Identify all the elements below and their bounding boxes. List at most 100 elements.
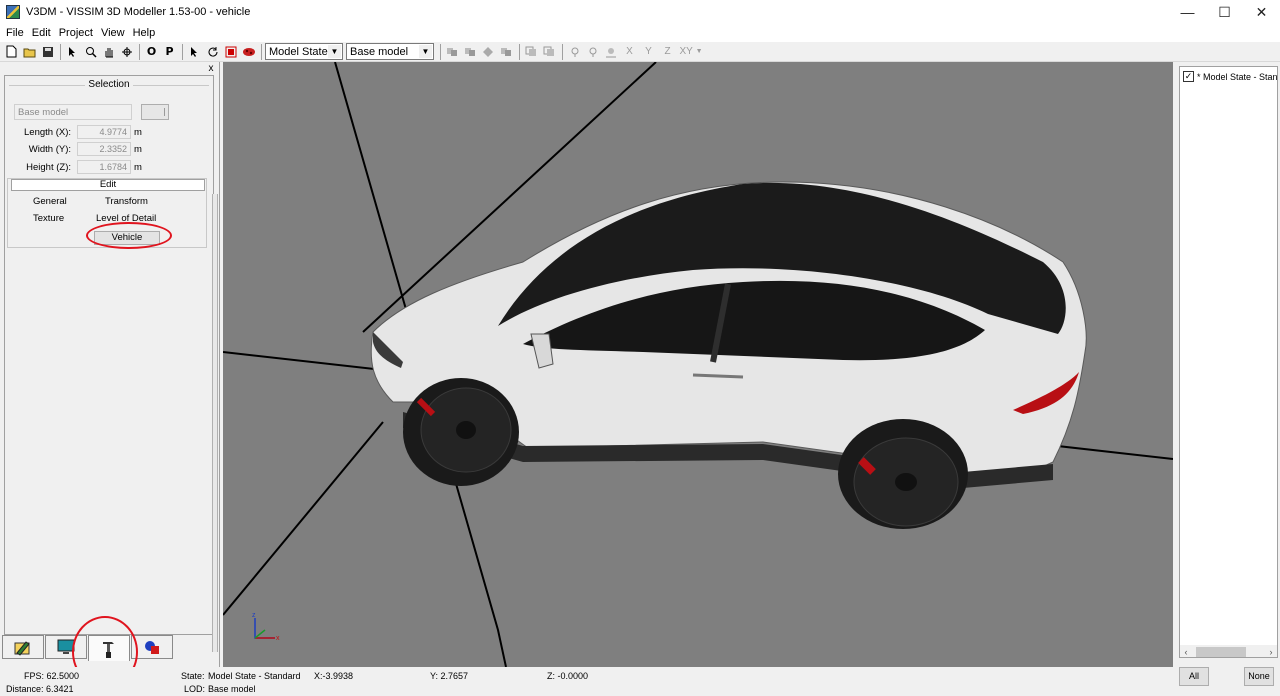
axis-y-button[interactable]: Y — [639, 43, 658, 60]
scroll-left-icon[interactable]: ‹ — [1180, 647, 1192, 657]
menu-file[interactable]: File — [2, 27, 28, 39]
open-folder-icon[interactable] — [21, 43, 38, 60]
tree-item-label: * Model State - Stan — [1197, 71, 1278, 82]
new-file-icon[interactable] — [3, 43, 20, 60]
3d-viewport[interactable]: z x — [223, 62, 1173, 667]
app-icon — [6, 5, 20, 19]
lod-value: Base model — [208, 684, 256, 694]
toolbar-separator — [60, 43, 61, 60]
title-bar: V3DM - VISSIM 3D Modeller 1.53-00 - vehi… — [0, 0, 1280, 24]
height-label: Height (Z): — [26, 161, 71, 173]
tab-vehicle-tools[interactable] — [88, 635, 130, 661]
hammer-icon — [103, 641, 114, 658]
layer-icon[interactable] — [444, 43, 461, 60]
width-unit: m — [134, 143, 142, 155]
svg-text:z: z — [252, 612, 256, 619]
pointer-icon[interactable] — [186, 43, 203, 60]
horizontal-scrollbar[interactable]: ‹ › — [1180, 645, 1277, 657]
vehicle-button[interactable]: Vehicle — [94, 231, 160, 245]
length-row: Length (X): 4.9774 m — [5, 125, 142, 139]
close-button[interactable]: ✕ — [1243, 0, 1280, 24]
menu-bar: File Edit Project View Help — [0, 24, 1280, 42]
y-coordinate: Y: 2.7657 — [430, 671, 469, 681]
menu-edit[interactable]: Edit — [28, 27, 55, 39]
p-button[interactable]: P — [161, 43, 178, 60]
model-state-tree[interactable]: ✓ * Model State - Stan ‹ › — [1179, 66, 1278, 658]
layer-add-icon[interactable] — [462, 43, 479, 60]
width-field[interactable]: 2.3352 — [77, 142, 131, 156]
chevron-down-icon: ▼ — [695, 48, 703, 55]
fit-view-icon[interactable] — [222, 43, 239, 60]
tab-edit-tools[interactable] — [2, 635, 44, 659]
tab-objects[interactable] — [131, 635, 173, 659]
panel-close-button[interactable]: x — [206, 64, 216, 74]
copy-icon[interactable] — [523, 43, 540, 60]
lod-label: LOD: — [184, 684, 206, 694]
pivot-move-icon[interactable] — [584, 43, 601, 60]
vehicle-model-render: z x — [223, 62, 1173, 667]
objects-icon — [145, 641, 159, 654]
select-all-button[interactable]: All — [1179, 667, 1209, 686]
menu-help[interactable]: Help — [129, 27, 160, 39]
menu-project[interactable]: Project — [55, 27, 97, 39]
maximize-button[interactable]: ☐ — [1206, 0, 1243, 24]
minimize-button[interactable]: — — [1169, 0, 1206, 24]
scroll-thumb[interactable] — [1196, 646, 1246, 657]
selection-group-title: Selection — [9, 79, 209, 90]
state-label: State: — [181, 671, 205, 681]
general-button[interactable]: General — [33, 196, 67, 207]
refresh-icon[interactable] — [204, 43, 221, 60]
tab-display[interactable] — [45, 635, 87, 659]
lod-select[interactable]: Base model ▼ — [346, 43, 434, 60]
zoom-icon[interactable] — [82, 43, 99, 60]
z-coordinate: Z: -0.0000 — [547, 671, 589, 681]
o-button[interactable]: O — [143, 43, 160, 60]
checkbox-model-state[interactable]: ✓ — [1183, 71, 1194, 82]
height-row: Height (Z): 1.6784 m — [5, 160, 142, 174]
transform-button[interactable]: Transform — [105, 196, 148, 207]
model-select[interactable]: Base model — [14, 104, 132, 120]
pan-hand-icon[interactable] — [100, 43, 117, 60]
height-field[interactable]: 1.6784 — [77, 160, 131, 174]
window-title: V3DM - VISSIM 3D Modeller 1.53-00 - vehi… — [26, 6, 251, 18]
toolbar-separator — [440, 43, 441, 60]
axis-z-button[interactable]: Z — [658, 43, 677, 60]
front-wheel — [403, 378, 519, 486]
select-arrow-icon[interactable] — [64, 43, 81, 60]
pivot-reset-icon[interactable] — [602, 43, 619, 60]
layer-move-icon[interactable] — [480, 43, 497, 60]
x-coordinate: X:-3.9938 — [314, 671, 354, 681]
scroll-right-icon[interactable]: › — [1265, 647, 1277, 657]
svg-text:x: x — [276, 635, 280, 642]
rotate-view-icon[interactable] — [118, 43, 135, 60]
axis-xy-label: XY — [679, 46, 693, 57]
model-state-select[interactable]: Model State - ▼ — [265, 43, 343, 60]
left-panel: x Selection Base model Length (X): 4.977… — [0, 62, 220, 688]
toolbar-separator — [562, 43, 563, 60]
menu-view[interactable]: View — [97, 27, 129, 39]
width-row: Width (Y): 2.3352 m — [5, 142, 142, 156]
length-unit: m — [134, 126, 142, 138]
layer-remove-icon[interactable] — [498, 43, 515, 60]
tree-item-model-state[interactable]: ✓ * Model State - Stan — [1183, 71, 1278, 82]
length-label: Length (X): — [24, 126, 71, 138]
panel-scrollbar[interactable] — [212, 194, 218, 652]
toolbar: O P Model State - ▼ Base model ▼ X Y Z X… — [0, 42, 1280, 62]
pivot-icon[interactable] — [566, 43, 583, 60]
texture-button[interactable]: Texture — [33, 213, 64, 224]
axis-x-button[interactable]: X — [620, 43, 639, 60]
render-icon[interactable] — [240, 43, 257, 60]
lod-select-value: Base model — [350, 45, 409, 58]
save-icon[interactable] — [39, 43, 56, 60]
status-bar: FPS: 62.5000 Distance: 6.3421 State: Mod… — [0, 667, 1176, 696]
state-value: Model State - Standard — [208, 671, 301, 681]
model-select-button[interactable] — [141, 104, 169, 120]
select-none-button[interactable]: None — [1244, 667, 1274, 686]
level-of-detail-button[interactable]: Level of Detail — [96, 213, 156, 224]
width-label: Width (Y): — [28, 143, 71, 155]
axis-xy-dropdown[interactable]: XY ▼ — [677, 43, 705, 60]
paste-icon[interactable] — [541, 43, 558, 60]
height-unit: m — [134, 161, 142, 173]
fps-readout: FPS: 62.5000 — [24, 671, 80, 681]
length-field[interactable]: 4.9774 — [77, 125, 131, 139]
